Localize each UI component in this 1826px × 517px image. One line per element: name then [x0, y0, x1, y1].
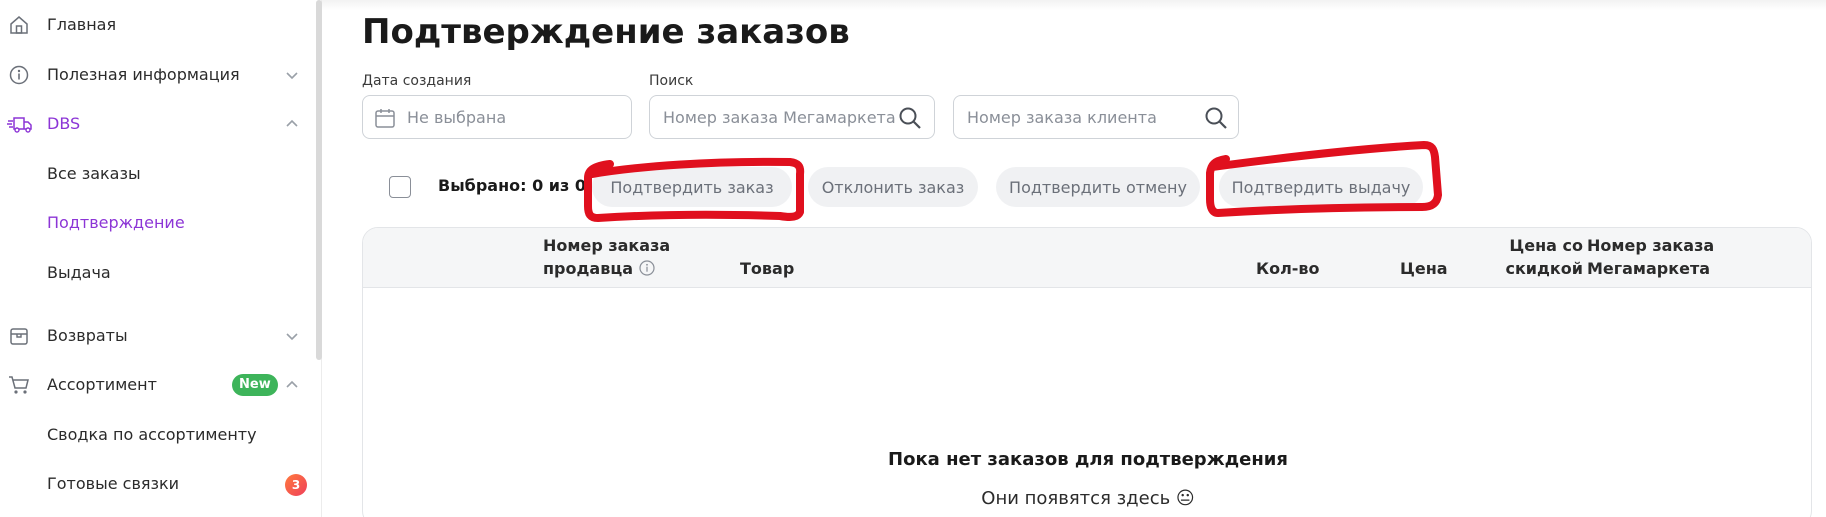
sidebar-scrollbar[interactable] [316, 0, 322, 360]
box-icon [8, 325, 30, 347]
search-label: Поиск [649, 73, 694, 89]
selected-count-text: Выбрано: 0 из 0 [438, 176, 587, 195]
reject-order-button[interactable]: Отклонить заказ [808, 167, 978, 207]
chevron-down-icon[interactable] [284, 328, 300, 344]
page-title: Подтверждение заказов [362, 12, 850, 52]
header-shadow [322, 0, 1826, 10]
sidebar-item-label: Подтверждение [47, 212, 185, 232]
empty-state-title: Пока нет заказов для подтверждения [888, 449, 1288, 470]
sidebar-item-pickup[interactable]: Выдача [0, 252, 316, 292]
confirm-cancel-button[interactable]: Подтвердить отмену [996, 167, 1200, 207]
search-client-order-placeholder: Номер заказа клиента [967, 107, 1157, 127]
count-badge: 3 [285, 474, 307, 496]
column-seller-order[interactable]: Номер заказа продавца [543, 234, 670, 280]
date-filter-label: Дата создания [362, 73, 472, 89]
calendar-icon [373, 106, 397, 130]
sidebar-item-all-orders[interactable]: Все заказы [0, 153, 316, 193]
column-product[interactable]: Товар [740, 257, 794, 280]
column-mm-order-line2: Мегамаркета [1587, 259, 1711, 278]
home-icon [8, 14, 30, 36]
chevron-up-icon[interactable] [284, 116, 300, 132]
search-client-order-input[interactable]: Номер заказа клиента [953, 95, 1239, 139]
info-icon[interactable] [639, 259, 655, 276]
sidebar-item-label: Возвраты [47, 325, 128, 345]
date-filter-field[interactable]: Не выбрана [362, 95, 632, 139]
column-seller-order-line2: продавца [543, 259, 633, 278]
column-qty[interactable]: Кол-во [1256, 257, 1320, 280]
search-marketplace-order-input[interactable]: Номер заказа Мегамаркета [649, 95, 935, 139]
column-mm-order[interactable]: Номер заказа Мегамаркета [1587, 234, 1714, 280]
sidebar-item-label: Сводка по ассортименту [47, 424, 257, 444]
column-discount-price-line2: скидкой [1505, 259, 1583, 278]
sidebar-item-dbs[interactable]: DBS [0, 103, 316, 143]
chevron-up-icon[interactable] [284, 377, 300, 393]
sidebar: Главная Полезная информация DBS Все зака… [0, 0, 322, 517]
sidebar-item-label: Полезная информация [47, 64, 240, 84]
search-icon[interactable] [898, 106, 922, 130]
confirm-order-button[interactable]: Подтвердить заказ [592, 167, 792, 207]
sidebar-item-returns[interactable]: Возвраты [0, 315, 316, 355]
sidebar-item-label: Готовые связки [47, 473, 180, 493]
sidebar-item-label: Ассортимент [47, 374, 157, 394]
delivery-truck-icon [6, 113, 34, 135]
sidebar-item-assortment[interactable]: Ассортимент New [0, 364, 316, 404]
date-filter-placeholder: Не выбрана [407, 107, 507, 127]
orders-table: Номер заказа продавца Товар Кол-во Цена … [362, 227, 1812, 517]
empty-state-subtitle: Они появятся здесь 😐 [981, 488, 1195, 509]
new-badge: New [232, 374, 278, 396]
sidebar-item-useful-info[interactable]: Полезная информация [0, 54, 316, 94]
sidebar-item-home[interactable]: Главная [0, 4, 316, 44]
sidebar-item-confirmation[interactable]: Подтверждение [0, 202, 316, 242]
sidebar-item-assortment-summary[interactable]: Сводка по ассортименту [0, 414, 316, 454]
column-seller-order-line1: Номер заказа [543, 236, 671, 255]
search-marketplace-order-placeholder: Номер заказа Мегамаркета [663, 107, 896, 127]
column-discount-price[interactable]: Цена со скидкой [1499, 234, 1583, 280]
sidebar-item-label: Главная [47, 14, 117, 34]
search-icon[interactable] [1204, 106, 1228, 130]
chevron-down-icon[interactable] [284, 67, 300, 83]
column-mm-order-line1: Номер заказа [1587, 236, 1715, 255]
table-header: Номер заказа продавца Товар Кол-во Цена … [363, 228, 1811, 288]
sidebar-item-label: DBS [47, 113, 81, 133]
column-price[interactable]: Цена [1400, 257, 1448, 280]
sidebar-item-label: Все заказы [47, 163, 141, 183]
sidebar-item-ready-links[interactable]: Готовые связки 3 [0, 463, 316, 503]
sidebar-item-label: Выдача [47, 262, 111, 282]
info-circle-icon [8, 64, 30, 86]
cart-icon [8, 374, 30, 396]
select-all-checkbox[interactable] [389, 176, 411, 198]
column-discount-price-line1: Цена со [1509, 236, 1583, 255]
confirm-pickup-button[interactable]: Подтвердить выдачу [1219, 167, 1423, 207]
